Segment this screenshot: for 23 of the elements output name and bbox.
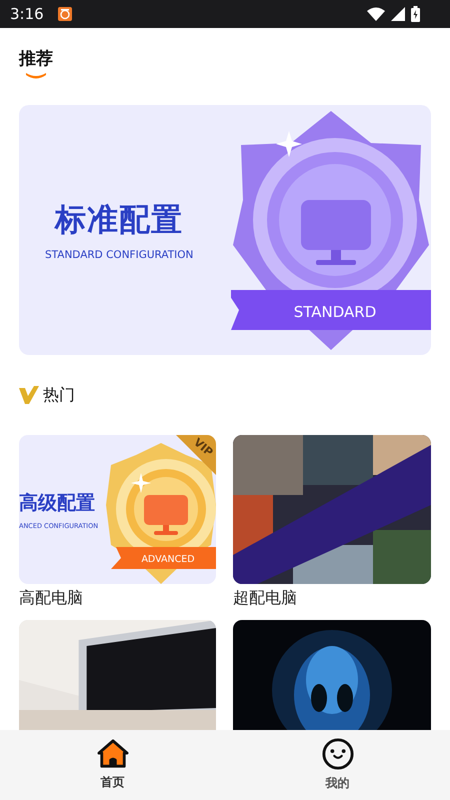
section-title: 推荐 — [19, 48, 53, 70]
badge-label: ADVANCED — [141, 554, 195, 565]
section-title: 热门 — [43, 384, 75, 406]
notification-icon — [58, 7, 72, 21]
chevron-icon — [26, 73, 46, 80]
banner-subtitle: STANDARD CONFIGURATION — [45, 249, 194, 261]
face-icon — [322, 738, 354, 770]
signal-icon — [391, 7, 405, 21]
vip-icon — [19, 386, 39, 404]
banner-title: 标准配置 — [55, 201, 184, 240]
nav-tab[interactable]: 我的 — [225, 730, 450, 800]
battery-icon — [411, 6, 420, 22]
card-title: 高级配置 — [19, 490, 96, 516]
vip-label: VIP — [191, 436, 216, 459]
banner[interactable]: 标准配置 STANDARD CONFIGURATION STANDARD — [19, 105, 431, 355]
status-time: 3:16 — [10, 5, 44, 23]
home-icon — [96, 739, 128, 769]
corner-ribbon — [176, 435, 216, 475]
card-label: 高配电脑 — [19, 587, 84, 609]
card-label: 超配电脑 — [233, 587, 298, 609]
badge-label: STANDARD — [294, 303, 376, 321]
nav-tab[interactable]: 首页 — [0, 730, 225, 800]
wifi-icon — [367, 7, 385, 21]
